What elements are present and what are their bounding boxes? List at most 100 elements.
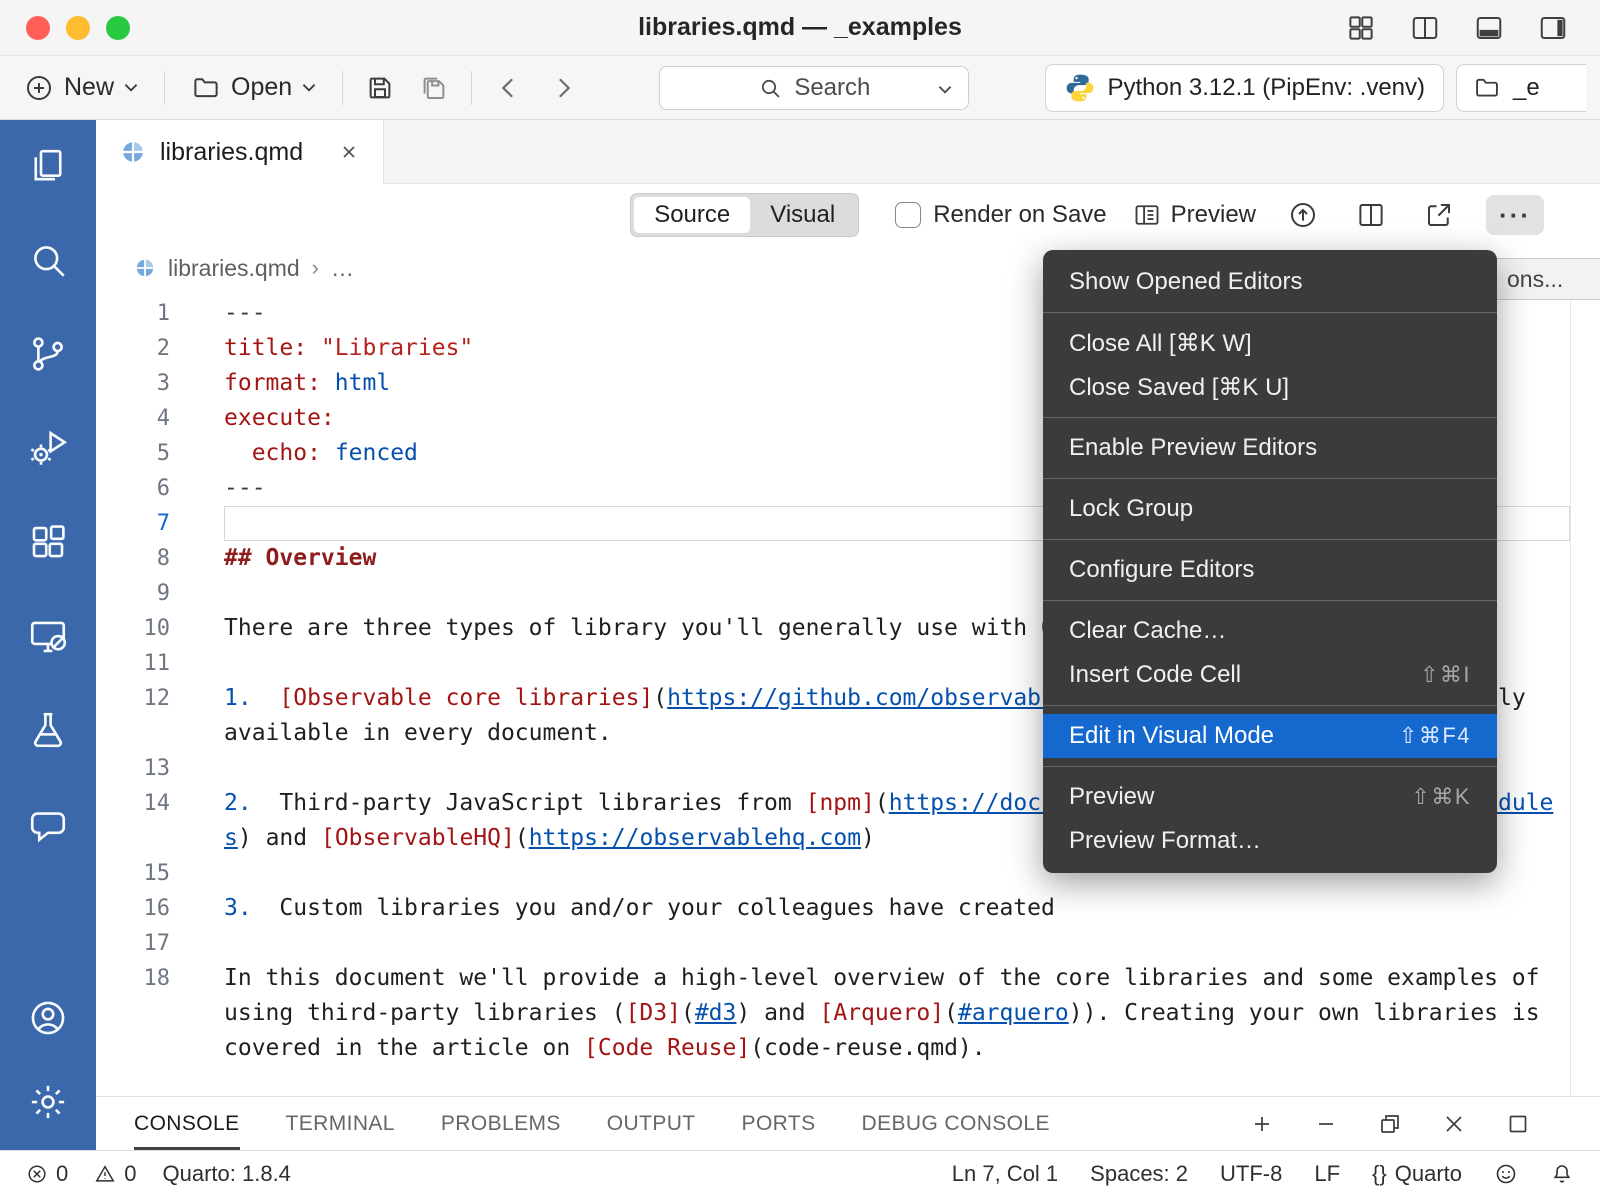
panel-tab-console[interactable]: CONSOLE xyxy=(134,1097,240,1150)
source-control-icon[interactable] xyxy=(26,332,70,376)
line-number[interactable]: 15 xyxy=(96,856,170,891)
toolbar-separator xyxy=(164,71,165,105)
menu-item[interactable]: Close All [⌘K W] xyxy=(1043,321,1497,365)
warning-count[interactable]: 0 xyxy=(94,1161,136,1187)
run-debug-icon[interactable] xyxy=(26,426,70,470)
interpreter-selector[interactable]: Python 3.12.1 (PipEnv: .venv) xyxy=(1045,64,1445,112)
source-mode-button[interactable]: Source xyxy=(634,197,750,233)
back-icon[interactable] xyxy=(488,69,530,107)
forward-icon[interactable] xyxy=(542,69,584,107)
search-icon[interactable] xyxy=(26,238,70,282)
panel-plus-icon[interactable] xyxy=(1244,1108,1280,1140)
new-button[interactable]: New xyxy=(14,69,148,107)
indentation-setting[interactable]: Spaces: 2 xyxy=(1090,1161,1188,1187)
menu-item[interactable]: Preview⇧⌘K xyxy=(1043,775,1497,819)
minimize-window-button[interactable] xyxy=(66,16,90,40)
braces-icon: {} xyxy=(1372,1161,1387,1187)
breadcrumb-file[interactable]: libraries.qmd xyxy=(168,255,300,282)
close-tab-icon[interactable] xyxy=(339,142,359,162)
panel-restore-icon[interactable] xyxy=(1372,1108,1408,1140)
line-number[interactable]: 5 xyxy=(96,436,170,471)
menu-item[interactable]: Lock Group xyxy=(1043,487,1497,531)
notifications-bell-icon[interactable] xyxy=(1550,1162,1574,1186)
line-number[interactable]: 2 xyxy=(96,331,170,366)
line-number[interactable]: 14 xyxy=(96,786,170,856)
visual-mode-button[interactable]: Visual xyxy=(750,197,855,233)
line-number[interactable]: 16 xyxy=(96,891,170,926)
menu-item[interactable]: Clear Cache… xyxy=(1043,609,1497,653)
code-text[interactable]: 3. Custom libraries you and/or your coll… xyxy=(224,891,1570,926)
cursor-position[interactable]: Ln 7, Col 1 xyxy=(952,1161,1058,1187)
settings-gear-icon[interactable] xyxy=(26,1080,70,1124)
render-on-save-checkbox[interactable] xyxy=(895,202,921,228)
toggle-bottom-panel-icon[interactable] xyxy=(1468,9,1510,47)
menu-item[interactable]: Edit in Visual Mode⇧⌘F4 xyxy=(1043,714,1497,758)
editor-scrollbar[interactable] xyxy=(1570,290,1600,1096)
zoom-window-button[interactable] xyxy=(106,16,130,40)
preview-button[interactable]: Preview xyxy=(1133,201,1256,229)
panel-tab-problems[interactable]: PROBLEMS xyxy=(441,1097,561,1150)
error-count[interactable]: 0 xyxy=(26,1161,68,1187)
line-number[interactable]: 1 xyxy=(96,296,170,331)
code-text[interactable]: In this document we'll provide a high-le… xyxy=(224,961,1570,1066)
chat-icon[interactable] xyxy=(26,802,70,846)
quarto-version[interactable]: Quarto: 1.8.4 xyxy=(163,1161,291,1187)
line-number[interactable]: 13 xyxy=(96,751,170,786)
save-all-icon[interactable] xyxy=(413,69,455,107)
workspace-selector[interactable]: _e xyxy=(1456,64,1586,112)
customize-layout-icon[interactable] xyxy=(1340,9,1382,47)
search-input[interactable]: Search xyxy=(659,66,969,110)
panel-tab-ports[interactable]: PORTS xyxy=(742,1097,816,1150)
testing-flask-icon[interactable] xyxy=(26,708,70,752)
line-number[interactable]: 12 xyxy=(96,681,170,751)
tab-libraries-qmd[interactable]: libraries.qmd xyxy=(96,120,384,184)
open-button-label: Open xyxy=(231,73,292,102)
line-number[interactable]: 8 xyxy=(96,541,170,576)
menu-item[interactable]: Close Saved [⌘K U] xyxy=(1043,365,1497,409)
feedback-smiley-icon[interactable] xyxy=(1494,1162,1518,1186)
menu-item[interactable]: Show Opened Editors xyxy=(1043,260,1497,304)
explorer-icon[interactable] xyxy=(26,144,70,188)
traffic-lights xyxy=(26,0,130,56)
line-number[interactable]: 7 xyxy=(96,506,170,541)
menu-item[interactable]: Insert Code Cell⇧⌘I xyxy=(1043,653,1497,697)
toggle-right-panel-icon[interactable] xyxy=(1532,9,1574,47)
split-editor-icon[interactable] xyxy=(1350,196,1392,234)
line-number[interactable]: 17 xyxy=(96,926,170,961)
menu-item[interactable]: Configure Editors xyxy=(1043,548,1497,592)
panel-tab-terminal[interactable]: TERMINAL xyxy=(286,1097,395,1150)
tab-strip: libraries.qmd xyxy=(96,120,1600,184)
open-button[interactable]: Open xyxy=(181,69,326,107)
breadcrumb-more[interactable]: … xyxy=(331,255,354,282)
panel-actions xyxy=(1244,1097,1600,1150)
menu-item[interactable]: Enable Preview Editors xyxy=(1043,426,1497,470)
code-text[interactable] xyxy=(224,926,1570,961)
panel-close-icon[interactable] xyxy=(1436,1108,1472,1140)
panel-tab-debug-console[interactable]: DEBUG CONSOLE xyxy=(862,1097,1050,1150)
save-icon[interactable] xyxy=(359,69,401,107)
open-external-icon[interactable] xyxy=(1418,196,1460,234)
eol-setting[interactable]: LF xyxy=(1314,1161,1340,1187)
publish-icon[interactable] xyxy=(1282,196,1324,234)
line-number[interactable]: 3 xyxy=(96,366,170,401)
menu-item[interactable]: Preview Format… xyxy=(1043,819,1497,863)
extensions-icon[interactable] xyxy=(26,520,70,564)
more-actions-button[interactable]: ··· xyxy=(1486,195,1544,235)
line-number[interactable]: 9 xyxy=(96,576,170,611)
line-number[interactable]: 18 xyxy=(96,961,170,1066)
panel-tab-output[interactable]: OUTPUT xyxy=(607,1097,696,1150)
line-number[interactable]: 11 xyxy=(96,646,170,681)
search-icon xyxy=(758,76,782,100)
sessions-monitor-icon[interactable] xyxy=(26,614,70,658)
line-number[interactable]: 4 xyxy=(96,401,170,436)
panel-minimize-icon[interactable] xyxy=(1308,1108,1344,1140)
panel-maximize-icon[interactable] xyxy=(1500,1108,1536,1140)
toggle-split-layout-icon[interactable] xyxy=(1404,9,1446,47)
line-number[interactable]: 6 xyxy=(96,471,170,506)
line-number[interactable]: 10 xyxy=(96,611,170,646)
close-window-button[interactable] xyxy=(26,16,50,40)
more-actions-tooltip: ons... xyxy=(1492,258,1600,300)
language-mode[interactable]: {} Quarto xyxy=(1372,1161,1462,1187)
encoding-setting[interactable]: UTF-8 xyxy=(1220,1161,1282,1187)
account-icon[interactable] xyxy=(26,996,70,1040)
